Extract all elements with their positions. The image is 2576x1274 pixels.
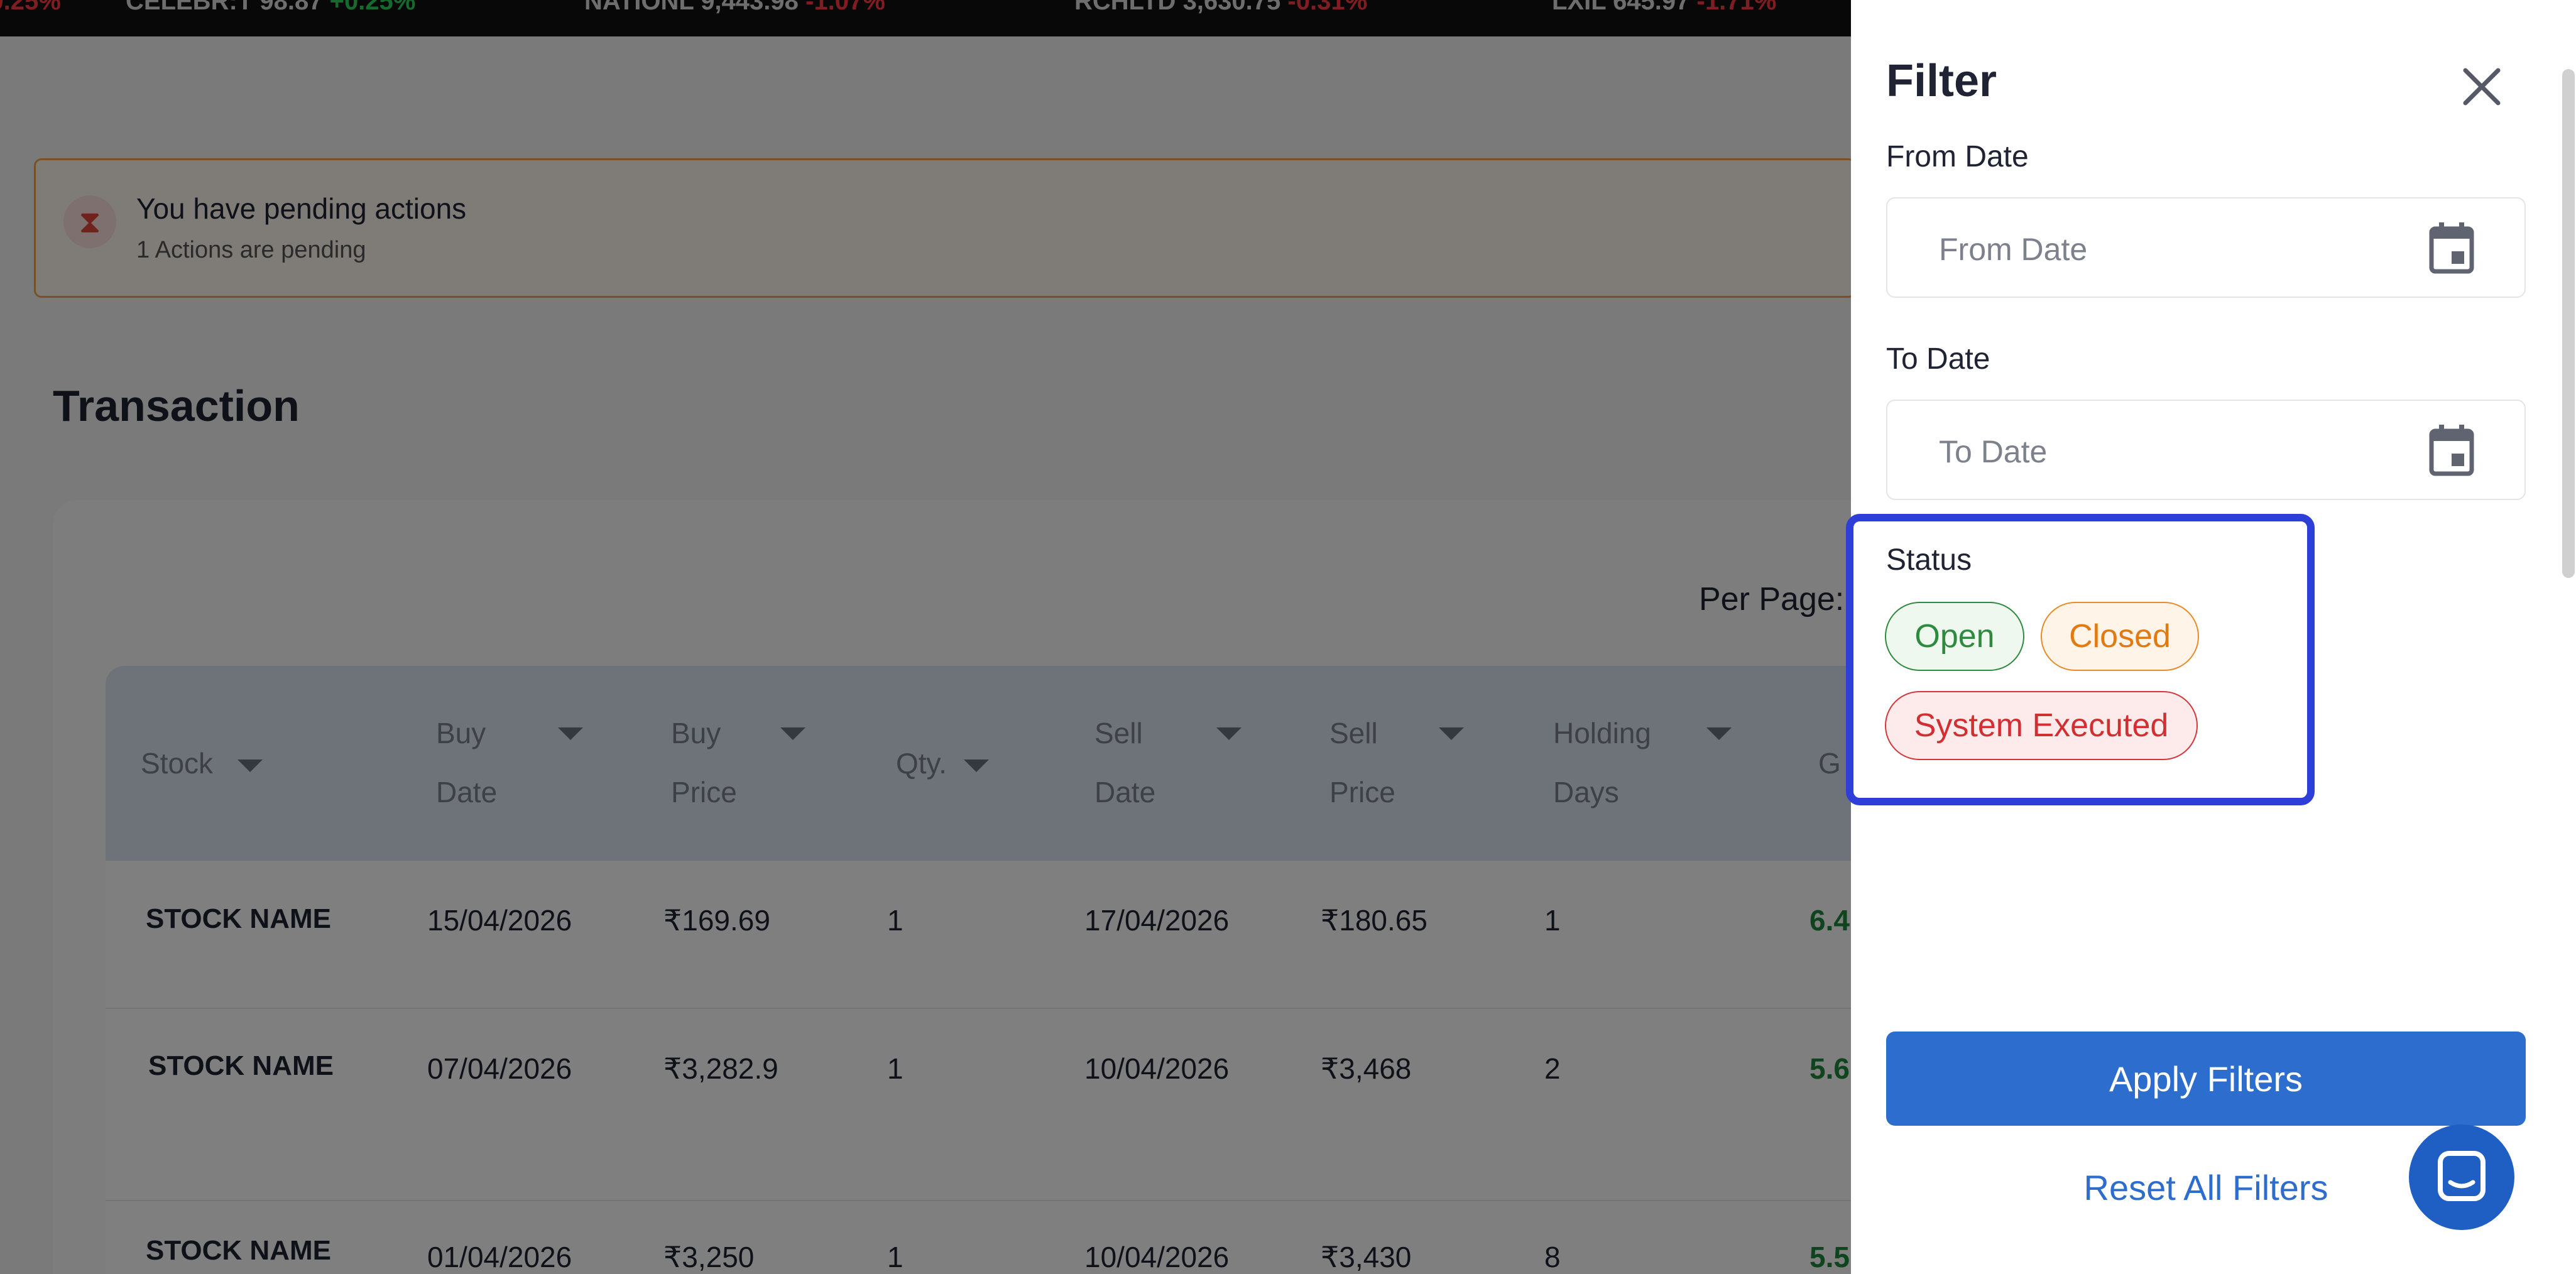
close-icon[interactable] bbox=[2455, 60, 2508, 113]
main-page: +0.25% CELEBR:T 98.87 +0.25% NATIONL 9,4… bbox=[0, 0, 1851, 1274]
to-date-field[interactable] bbox=[1886, 400, 2526, 500]
to-date-input[interactable] bbox=[1938, 426, 2380, 477]
from-date-label: From Date bbox=[1886, 140, 2029, 173]
from-date-field[interactable] bbox=[1886, 197, 2526, 298]
status-label: Status bbox=[1886, 543, 1972, 577]
modal-backdrop[interactable] bbox=[0, 0, 1851, 1274]
status-chip-system-executed[interactable]: System Executed bbox=[1885, 691, 2198, 760]
filter-title: Filter bbox=[1886, 56, 1997, 106]
status-chip-open[interactable]: Open bbox=[1885, 602, 2024, 671]
calendar-icon[interactable] bbox=[2429, 425, 2474, 476]
status-chip-closed[interactable]: Closed bbox=[2041, 602, 2199, 671]
to-date-label: To Date bbox=[1886, 342, 1990, 376]
from-date-input[interactable] bbox=[1938, 224, 2380, 275]
calendar-icon[interactable] bbox=[2429, 222, 2474, 274]
panel-scrollbar[interactable] bbox=[2562, 69, 2575, 578]
chat-launcher-button[interactable] bbox=[2409, 1124, 2514, 1230]
chat-icon bbox=[2438, 1151, 2486, 1201]
apply-filters-button[interactable]: Apply Filters bbox=[1886, 1032, 2526, 1126]
